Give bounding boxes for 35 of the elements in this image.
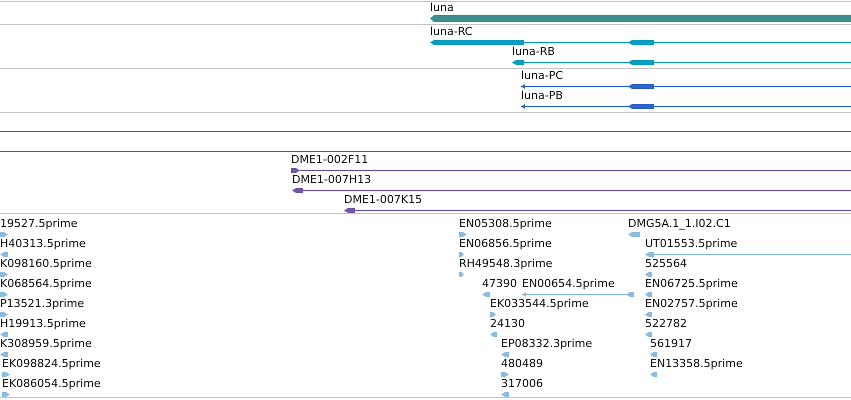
feature-label: luna-PC <box>521 70 564 82</box>
feature-label: EN06856.5prime <box>459 238 552 250</box>
feature-label: 480489 <box>501 358 543 370</box>
feature-label: H40313.5prime <box>0 238 86 250</box>
feature-label: EN06725.5prime <box>645 278 738 290</box>
feature-label: EK086054.5prime <box>2 378 101 390</box>
feature-label: EN13358.5prime <box>650 358 743 370</box>
feature-label: EK033544.5prime <box>490 298 589 310</box>
feature-label: K308959.5prime <box>0 338 92 350</box>
feature-label: 561917 <box>650 338 692 350</box>
feature-label: 525564 <box>645 258 687 270</box>
feature-label: 24130 <box>490 318 525 330</box>
feature-label: K068564.5prime <box>0 278 92 290</box>
feature-label: luna-RB <box>512 46 555 58</box>
feature-label: H19913.5prime <box>0 318 86 330</box>
feature-label: DMG5A.1_1.I02.C1 <box>628 218 731 230</box>
feature-label: RH49548.3prime <box>459 258 552 270</box>
feature-label: DME1-007K15 <box>344 194 422 206</box>
feature-label: EP08332.3prime <box>501 338 592 350</box>
feature-label: luna-PB <box>521 90 563 102</box>
feature-label: P13521.3prime <box>0 298 84 310</box>
feature-label: 522782 <box>645 318 687 330</box>
feature-label: EK098824.5prime <box>2 358 101 370</box>
feature-label: EN00654.5prime <box>522 278 615 290</box>
feature-label: EN05308.5prime <box>459 218 552 230</box>
feature-label: DME1-002F11 <box>291 154 368 166</box>
feature-label: luna <box>430 2 454 14</box>
feature-label: EN02757.5prime <box>645 298 738 310</box>
feature-label: K098160.5prime <box>0 258 92 270</box>
feature-label: 47390 <box>482 278 517 290</box>
feature-label: 317006 <box>501 378 543 390</box>
feature-label: luna-RC <box>430 26 472 38</box>
feature-label: 19527.5prime <box>0 218 78 230</box>
feature-label: DME1-007H13 <box>292 174 372 186</box>
feature-label: UT01553.5prime <box>645 238 738 250</box>
